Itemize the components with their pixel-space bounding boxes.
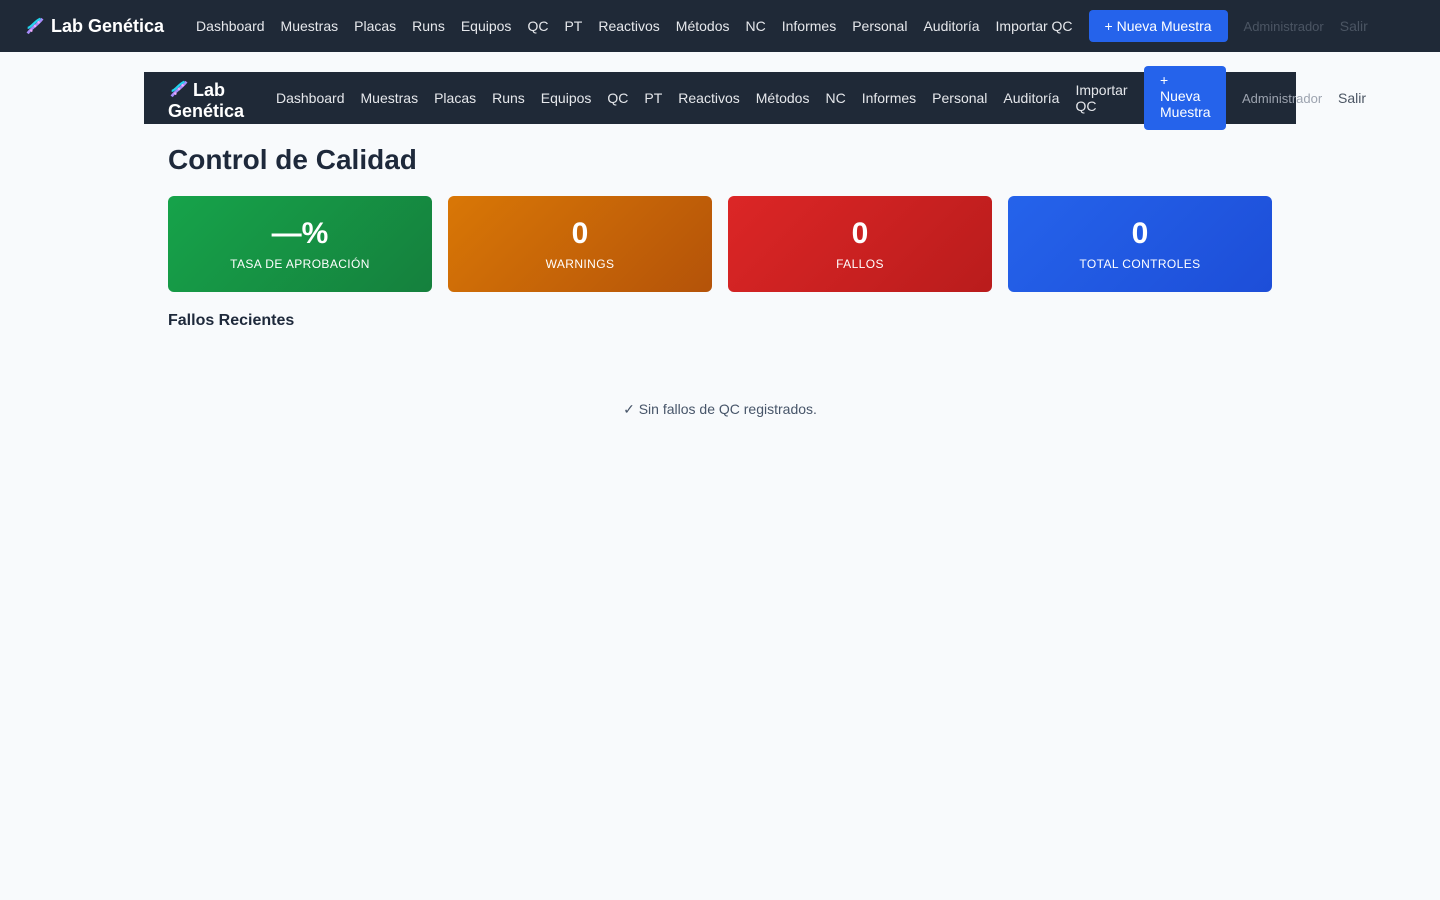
nav-item-muestras[interactable]: Muestras	[281, 18, 339, 34]
stat-label: Warnings	[545, 257, 615, 271]
brand-name: Lab Genética	[51, 15, 165, 36]
embedded-nav-item-pt[interactable]: PT	[644, 90, 662, 106]
nav-item-personal[interactable]: Personal	[852, 18, 907, 34]
embedded-nav-item-auditoria[interactable]: Auditoría	[1003, 90, 1059, 106]
stat-card-total-controls: 0 Total Controles	[1008, 196, 1272, 292]
embedded-nav-item-muestras[interactable]: Muestras	[361, 90, 419, 106]
nav-item-equipos[interactable]: Equipos	[461, 18, 512, 34]
embedded-logout-link[interactable]: Salir	[1338, 90, 1366, 106]
stat-card-warnings: 0 Warnings	[448, 196, 712, 292]
embedded-nav-item-reactivos[interactable]: Reactivos	[678, 90, 739, 106]
embedded-user-name: Administrador	[1242, 91, 1323, 106]
recent-failures-title: Fallos Recientes	[168, 312, 295, 329]
empty-state-message: ✓ Sin fallos de QC registrados.	[623, 401, 817, 417]
embedded-nav-item-informes[interactable]: Informes	[862, 90, 916, 106]
embedded-nav-item-equipos[interactable]: Equipos	[541, 90, 592, 106]
embedded-nav-item-nc[interactable]: NC	[825, 90, 845, 106]
new-sample-button[interactable]: + Nueva Muestra	[1088, 10, 1228, 42]
embedded-nav-item-runs[interactable]: Runs	[492, 90, 525, 106]
nav-item-placas[interactable]: Placas	[354, 18, 396, 34]
nav-item-runs[interactable]: Runs	[412, 18, 445, 34]
embedded-nav-item-placas[interactable]: Placas	[434, 90, 476, 106]
top-navbar: Lab Genética Dashboard Muestras Placas R…	[0, 0, 1440, 52]
qc-stats: —% Tasa de Aprobación 0 Warnings 0 Fallo…	[168, 196, 1272, 292]
nav-links: Dashboard Muestras Placas Runs Equipos Q…	[196, 10, 1368, 42]
embedded-navbar: Lab Genética Dashboard Muestras Placas R…	[144, 66, 1296, 130]
embedded-new-sample-button[interactable]: + Nueva Muestra	[1144, 66, 1226, 130]
nav-item-pt[interactable]: PT	[564, 18, 582, 34]
dna-icon	[26, 17, 44, 35]
nav-item-auditoria[interactable]: Auditoría	[923, 18, 979, 34]
stat-card-approval-rate: —% Tasa de Aprobación	[168, 196, 432, 292]
embedded-nav-links: Dashboard Muestras Placas Runs Equipos Q…	[276, 72, 1147, 124]
stat-value: 0	[851, 217, 869, 250]
stat-value: 0	[571, 217, 589, 250]
embedded-brand-logo[interactable]: Lab Genética	[168, 78, 258, 122]
nav-item-reactivos[interactable]: Reactivos	[598, 18, 659, 34]
stat-value: —%	[271, 217, 329, 250]
page-title: Control de Calidad	[168, 144, 417, 175]
stat-label: Fallos	[836, 257, 884, 271]
nav-item-metodos[interactable]: Métodos	[676, 18, 730, 34]
embedded-nav-item-qc[interactable]: QC	[607, 90, 628, 106]
dna-icon	[170, 80, 188, 98]
stat-value: 0	[1131, 217, 1149, 250]
nav-item-dashboard[interactable]: Dashboard	[196, 18, 265, 34]
nav-item-importar-qc[interactable]: Importar QC	[996, 18, 1073, 34]
embedded-nav-item-dashboard[interactable]: Dashboard	[276, 90, 345, 106]
logout-link[interactable]: Salir	[1340, 18, 1368, 34]
nav-item-informes[interactable]: Informes	[782, 18, 836, 34]
nav-item-nc[interactable]: NC	[746, 18, 766, 34]
embedded-nav-item-metodos[interactable]: Métodos	[756, 90, 810, 106]
stat-label: Tasa de Aprobación	[230, 257, 370, 271]
embedded-nav-item-personal[interactable]: Personal	[932, 90, 987, 106]
brand-logo[interactable]: Lab Genética	[24, 15, 164, 37]
stat-label: Total Controles	[1079, 257, 1201, 271]
user-name: Administrador	[1243, 18, 1324, 34]
embedded-nav-item-importar-qc[interactable]: Importar QC	[1075, 82, 1131, 114]
stat-card-failures: 0 Fallos	[728, 196, 992, 292]
nav-item-qc[interactable]: QC	[527, 18, 548, 34]
